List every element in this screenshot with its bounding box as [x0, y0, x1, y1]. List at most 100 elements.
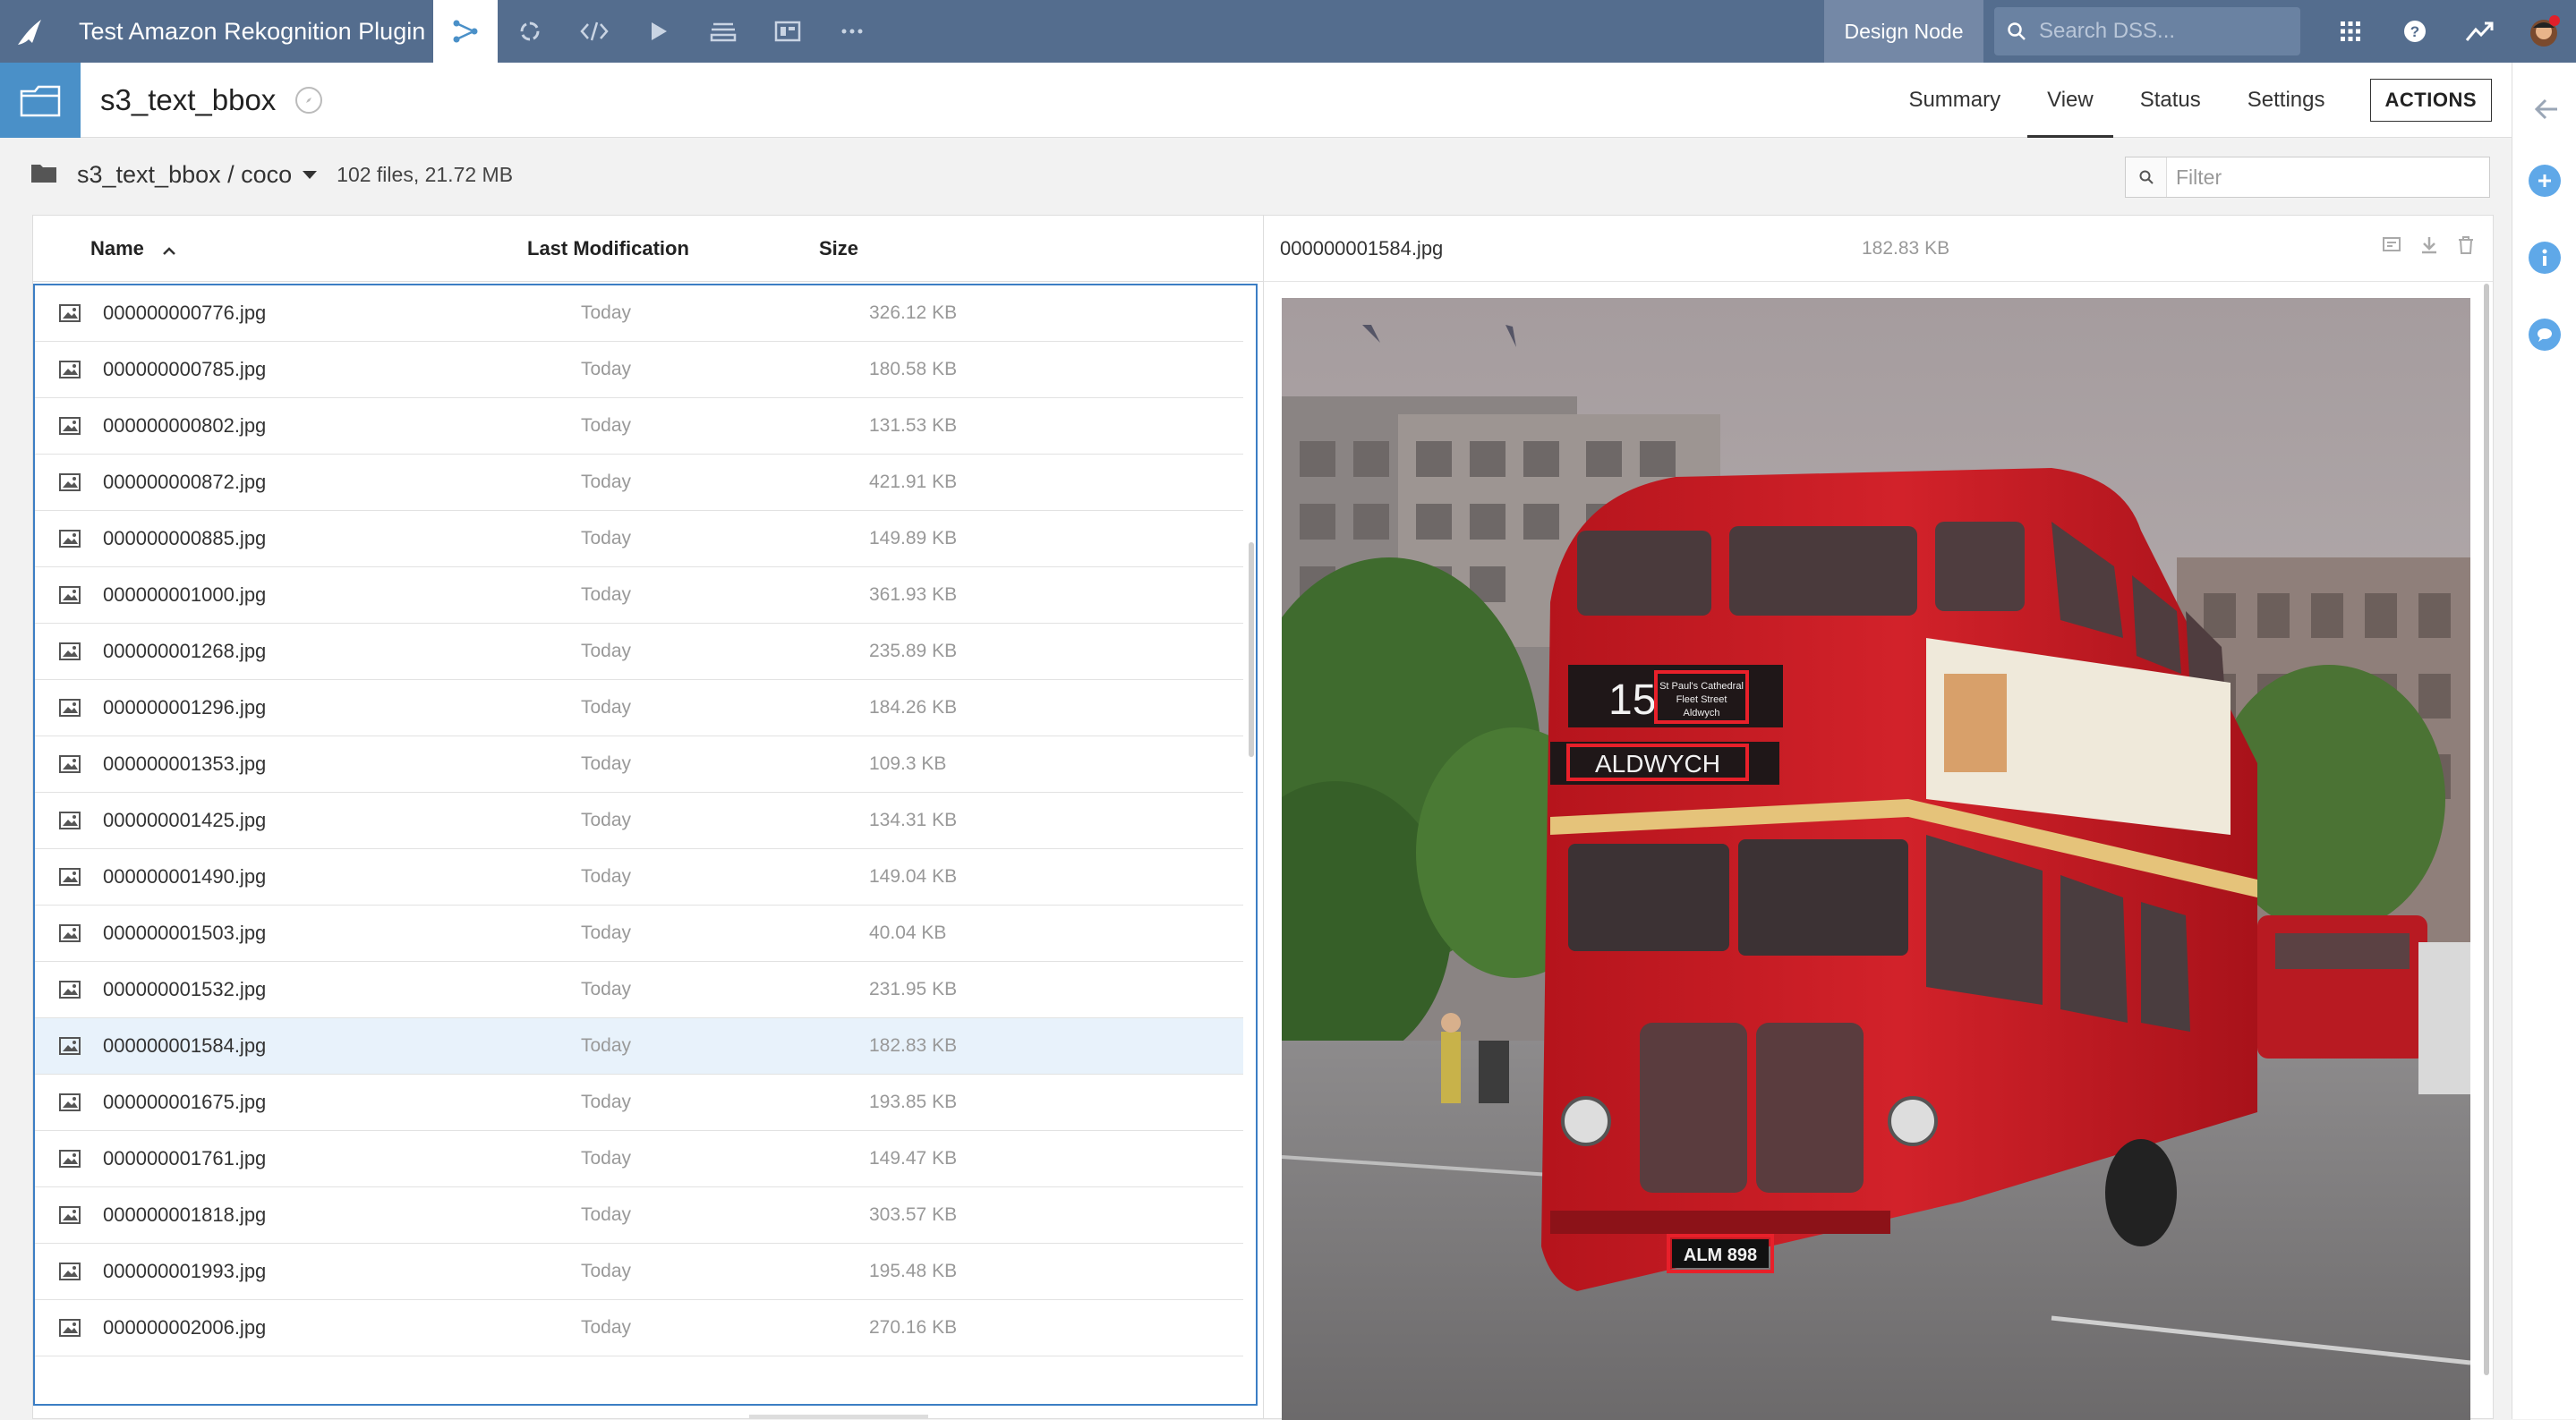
code-icon[interactable]	[562, 0, 627, 63]
global-search[interactable]	[1994, 7, 2300, 55]
object-tabs: Summary View Status Settings ACTIONS	[1885, 63, 2512, 138]
file-size: 149.89 KB	[869, 528, 958, 548]
download-icon[interactable]	[2419, 235, 2439, 259]
file-modified: Today	[581, 1092, 632, 1112]
file-row[interactable]: 000000001675.jpg Today 193.85 KB	[35, 1075, 1243, 1131]
file-row[interactable]: 000000000776.jpg Today 326.12 KB	[35, 285, 1243, 342]
file-row[interactable]: 000000002006.jpg Today 270.16 KB	[35, 1300, 1243, 1356]
file-name: 000000001490.jpg	[103, 865, 267, 888]
file-name: 000000000776.jpg	[103, 302, 267, 324]
image-file-icon	[58, 529, 81, 548]
file-row[interactable]: 000000001268.jpg Today 235.89 KB	[35, 624, 1243, 680]
path-bar: s3_text_bbox / coco 102 files, 21.72 MB	[0, 139, 2512, 210]
open-tab-icon[interactable]	[2382, 235, 2401, 259]
object-name: s3_text_bbox	[100, 82, 277, 116]
file-row[interactable]: 000000001993.jpg Today 195.48 KB	[35, 1244, 1243, 1300]
discussions-icon[interactable]	[2529, 319, 2561, 351]
breadcrumb[interactable]: s3_text_bbox / coco	[77, 161, 292, 189]
dashboard-icon[interactable]	[755, 0, 820, 63]
list-scrollbar[interactable]	[1249, 542, 1254, 757]
preview-scrollbar[interactable]	[2484, 284, 2489, 1375]
image-file-icon	[58, 754, 81, 774]
file-row[interactable]: 000000000802.jpg Today 131.53 KB	[35, 398, 1243, 455]
activity-icon[interactable]	[2447, 0, 2512, 63]
info-icon[interactable]	[2529, 242, 2561, 274]
file-name: 000000001818.jpg	[103, 1203, 267, 1226]
design-node-label[interactable]: Design Node	[1824, 0, 1983, 63]
run-icon[interactable]	[627, 0, 691, 63]
file-size: 131.53 KB	[869, 415, 958, 436]
more-icon[interactable]	[820, 0, 884, 63]
apps-grid-icon[interactable]	[2318, 0, 2383, 63]
file-row[interactable]: 000000001490.jpg Today 149.04 KB	[35, 849, 1243, 906]
file-name: 000000002006.jpg	[103, 1316, 267, 1339]
back-arrow-icon[interactable]	[2529, 91, 2564, 127]
search-icon	[2008, 22, 2026, 40]
image-file-icon	[58, 303, 81, 323]
add-icon[interactable]	[2529, 165, 2561, 197]
file-row[interactable]: 000000001818.jpg Today 303.57 KB	[35, 1187, 1243, 1244]
dataiku-logo-icon[interactable]	[0, 0, 64, 63]
help-icon[interactable]: ?	[2383, 0, 2447, 63]
file-row[interactable]: 000000000885.jpg Today 149.89 KB	[35, 511, 1243, 567]
file-modified: Today	[581, 1035, 632, 1056]
tab-view[interactable]: View	[2027, 63, 2113, 138]
file-size: 149.47 KB	[869, 1148, 958, 1169]
project-title[interactable]: Test Amazon Rekognition Plugin	[64, 0, 433, 63]
file-name: 000000001296.jpg	[103, 696, 267, 719]
search-input[interactable]	[2039, 19, 2281, 44]
file-row[interactable]: 000000001353.jpg Today 109.3 KB	[35, 736, 1243, 793]
chevron-down-icon[interactable]	[303, 170, 318, 179]
image-file-icon	[58, 1262, 81, 1281]
file-name: 000000001675.jpg	[103, 1091, 267, 1113]
file-row[interactable]: 000000001296.jpg Today 184.26 KB	[35, 680, 1243, 736]
file-row[interactable]: 000000001425.jpg Today 134.31 KB	[35, 793, 1243, 849]
filter-box[interactable]	[2125, 157, 2490, 198]
delete-icon[interactable]	[2457, 235, 2475, 259]
resize-handle[interactable]	[749, 1415, 928, 1418]
file-size: 361.93 KB	[869, 584, 958, 605]
column-header-size[interactable]: Size	[819, 237, 998, 260]
image-file-icon	[58, 1149, 81, 1169]
file-row[interactable]: 000000000872.jpg Today 421.91 KB	[35, 455, 1243, 511]
file-modified: Today	[581, 415, 632, 436]
list-header: Name Last Modification Size	[33, 216, 1263, 282]
file-row[interactable]: 000000001532.jpg Today 231.95 KB	[35, 962, 1243, 1018]
column-header-name[interactable]: Name	[90, 237, 527, 260]
image-file-icon	[58, 585, 81, 605]
file-name: 000000000802.jpg	[103, 414, 267, 437]
via-line-3: Aldwych	[1684, 708, 1720, 719]
file-row[interactable]: 000000001761.jpg Today 149.47 KB	[35, 1131, 1243, 1187]
tab-status[interactable]: Status	[2120, 63, 2221, 138]
filter-input[interactable]	[2176, 165, 2480, 190]
file-row[interactable]: 000000000785.jpg Today 180.58 KB	[35, 342, 1243, 398]
tab-settings[interactable]: Settings	[2228, 63, 2345, 138]
flow-icon[interactable]	[433, 0, 498, 63]
file-modified: Today	[581, 472, 632, 492]
tab-summary[interactable]: Summary	[1889, 63, 2020, 138]
managed-folder-icon	[0, 62, 81, 138]
user-avatar-icon[interactable]	[2512, 0, 2576, 63]
column-header-modified[interactable]: Last Modification	[527, 237, 819, 260]
jobs-icon[interactable]	[498, 0, 562, 63]
file-name: 000000000872.jpg	[103, 471, 267, 493]
file-size: 235.89 KB	[869, 641, 958, 661]
file-row[interactable]: 000000001503.jpg Today 40.04 KB	[35, 906, 1243, 962]
file-list-panel: Name Last Modification Size 000000000776…	[32, 215, 1264, 1419]
route-number: 15	[1608, 676, 1656, 724]
file-size: 40.04 KB	[869, 923, 947, 943]
svg-text:?: ?	[2410, 23, 2419, 40]
actions-button[interactable]: ACTIONS	[2369, 79, 2492, 122]
file-row[interactable]: 000000001000.jpg Today 361.93 KB	[35, 567, 1243, 624]
file-name: 000000001532.jpg	[103, 978, 267, 1000]
image-file-icon	[58, 1318, 81, 1338]
file-modified: Today	[581, 866, 632, 887]
file-row[interactable]: 000000001584.jpg Today 182.83 KB	[35, 1018, 1243, 1075]
image-file-icon	[58, 360, 81, 379]
compass-icon[interactable]	[295, 86, 323, 114]
file-name: 000000001503.jpg	[103, 922, 267, 944]
file-name: 000000001761.jpg	[103, 1147, 267, 1169]
file-size: 134.31 KB	[869, 810, 958, 830]
sort-ascending-icon[interactable]	[162, 237, 176, 260]
datasets-icon[interactable]	[691, 0, 755, 63]
